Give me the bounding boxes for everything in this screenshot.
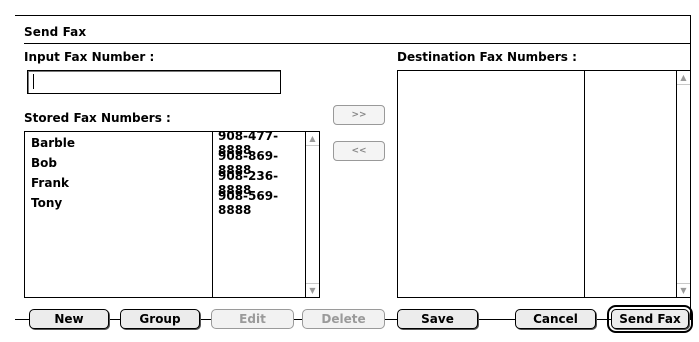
scroll-up-arrow-icon[interactable]: ▲: [306, 132, 319, 146]
new-button[interactable]: New: [29, 309, 109, 329]
input-fax-field[interactable]: [27, 70, 281, 94]
contact-number: 908-569-8888: [218, 189, 279, 217]
scroll-down-arrow-icon[interactable]: ▼: [677, 283, 690, 297]
send-fax-button[interactable]: Send Fax: [607, 305, 693, 333]
text-cursor: [33, 74, 34, 89]
column-divider: [584, 71, 585, 297]
destination-fax-list[interactable]: ▲ ▼: [397, 70, 691, 298]
destination-list-scrollbar[interactable]: ▲ ▼: [676, 71, 690, 297]
delete-button[interactable]: Delete: [302, 309, 385, 329]
add-to-destination-button[interactable]: >>: [333, 105, 385, 125]
scroll-up-arrow-icon[interactable]: ▲: [677, 71, 690, 85]
save-button[interactable]: Save: [397, 309, 478, 329]
contact-name: Bob: [31, 156, 57, 170]
input-fax-label: Input Fax Number :: [24, 50, 155, 64]
cancel-button[interactable]: Cancel: [515, 309, 596, 329]
list-item[interactable]: Tony 908-569-8888: [25, 189, 305, 217]
contact-name: Tony: [31, 196, 63, 210]
group-button[interactable]: Group: [120, 309, 200, 329]
title-divider: [24, 43, 690, 44]
dialog-title: Send Fax: [24, 25, 87, 39]
send-fax-dialog: Send Fax Input Fax Number : Stored Fax N…: [0, 0, 699, 342]
stored-fax-label: Stored Fax Numbers :: [24, 111, 171, 125]
remove-from-destination-button[interactable]: <<: [333, 141, 385, 161]
stored-fax-list[interactable]: Barble 908-477-8888 Bob 908-869-8888 Fra…: [24, 129, 320, 298]
contact-name: Frank: [31, 176, 69, 190]
stored-list-scrollbar[interactable]: ▲ ▼: [305, 132, 319, 297]
scroll-down-arrow-icon[interactable]: ▼: [306, 283, 319, 297]
contact-name: Barble: [31, 136, 76, 150]
edit-button[interactable]: Edit: [211, 309, 294, 329]
destination-fax-label: Destination Fax Numbers :: [397, 50, 577, 64]
